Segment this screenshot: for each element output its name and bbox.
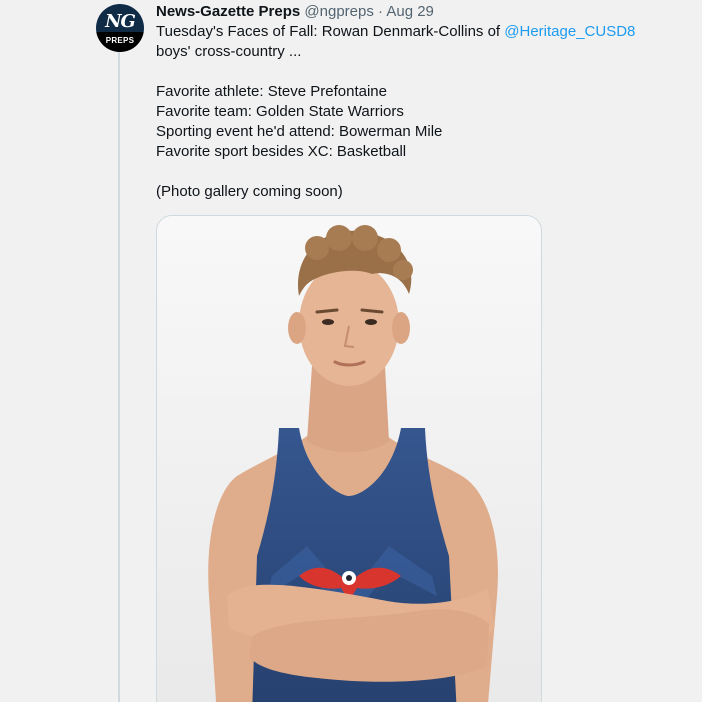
tweet-text-line-3: Favorite athlete: Steve Prefontaine bbox=[156, 83, 387, 100]
tweet-date[interactable]: Aug 29 bbox=[386, 3, 434, 20]
tweet-text-line-4: Favorite team: Golden State Warriors bbox=[156, 103, 404, 120]
header-separator: · bbox=[378, 3, 384, 20]
avatar-logo-text: NG bbox=[105, 11, 136, 32]
tweet-text-line-7: (Photo gallery coming soon) bbox=[156, 183, 343, 200]
athlete-photo-illustration bbox=[157, 216, 541, 702]
tweet-text-line-2: boys' cross-country ... bbox=[156, 43, 302, 60]
author-handle[interactable]: @ngpreps bbox=[304, 3, 373, 20]
thread-connector-line bbox=[118, 52, 120, 702]
tweet-photo[interactable] bbox=[156, 215, 542, 702]
mention-link[interactable]: @Heritage_CUSD8 bbox=[504, 23, 635, 40]
tweet-text-spacer bbox=[156, 162, 676, 182]
tweet-text-line-5: Sporting event he'd attend: Bowerman Mil… bbox=[156, 123, 443, 140]
tweet-text-line-6: Favorite sport besides XC: Basketball bbox=[156, 143, 407, 160]
tweet-text-intro: Tuesday's Faces of Fall: Rowan Denmark-C… bbox=[156, 23, 505, 40]
tweet-text-spacer bbox=[156, 62, 676, 82]
tweet-header: News-Gazette Preps @ngpreps · Aug 29 bbox=[156, 2, 434, 22]
tweet-text-line-1: Tuesday's Faces of Fall: Rowan Denmark-C… bbox=[156, 22, 676, 42]
avatar[interactable]: NG PREPS bbox=[96, 4, 144, 52]
tweet-body: Tuesday's Faces of Fall: Rowan Denmark-C… bbox=[156, 22, 676, 202]
avatar-badge-text: PREPS bbox=[105, 36, 135, 45]
author-display-name[interactable]: News-Gazette Preps bbox=[156, 3, 300, 20]
tweet-thread: NG PREPS News-Gazette Preps @ngpreps · A… bbox=[0, 0, 702, 702]
